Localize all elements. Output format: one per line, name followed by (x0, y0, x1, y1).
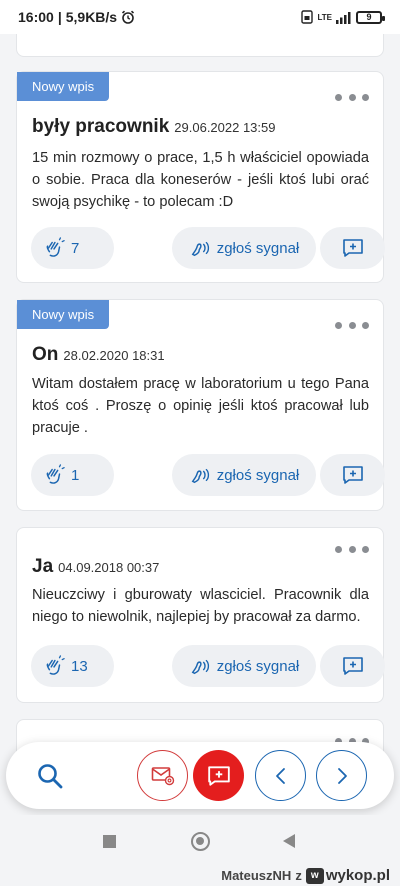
report-signal-button[interactable]: zgłoś sygnał (172, 645, 316, 687)
back-icon[interactable] (283, 834, 295, 848)
status-left: 16:00 | 5,9KB/s (18, 9, 135, 25)
post-header: były pracownik 29.06.2022 13:59 (32, 116, 276, 138)
more-options-icon[interactable] (335, 317, 369, 333)
post-body: Witam dostałem pracę w laboratorium u te… (32, 376, 369, 436)
opinion-feed[interactable]: Nowy wpis były pracownik 29.06.2022 13:5… (0, 34, 400, 834)
search-icon (37, 763, 62, 788)
chevron-right-icon (337, 767, 347, 784)
like-count: 7 (71, 239, 80, 257)
sim-icon (301, 10, 314, 24)
wykop-logo-icon: w (305, 867, 324, 884)
post-header: On 28.02.2020 18:31 (32, 344, 165, 366)
watermark: MateuszNH z w wykop.pl (221, 865, 390, 886)
post-card: Ja 04.09.2018 00:37 Nieuczciwy i gburowa… (16, 527, 385, 703)
post-date: 04.09.2018 00:37 (58, 560, 160, 575)
post-actions: 1 zgłoś sygnał (31, 454, 385, 496)
clap-hands-icon (46, 464, 65, 484)
clap-hands-icon (46, 237, 65, 257)
clap-hands-icon (46, 655, 65, 675)
recent-apps-icon[interactable] (103, 835, 116, 848)
like-count: 13 (71, 657, 88, 675)
message-button[interactable] (137, 750, 188, 801)
post-author: Ja (32, 556, 54, 577)
post-date: 29.06.2022 13:59 (174, 120, 276, 135)
reply-button[interactable] (320, 645, 385, 687)
report-signal-button[interactable]: zgłoś sygnał (172, 454, 316, 496)
like-button[interactable]: 7 (31, 227, 114, 269)
previous-post-card (16, 34, 384, 57)
add-comment-icon (207, 765, 230, 786)
signal-wave-icon (191, 241, 209, 257)
like-count: 1 (71, 466, 80, 484)
chevron-left-icon (275, 767, 285, 784)
post-card: Nowy wpis On 28.02.2020 18:31 Witam dost… (16, 299, 385, 511)
status-bar: 16:00 | 5,9KB/s LTE 9 (0, 0, 400, 34)
signal-wave-icon (191, 468, 209, 484)
wykop-logo: w wykop.pl (305, 867, 390, 884)
post-author: były pracownik (32, 116, 170, 137)
reply-button[interactable] (320, 227, 385, 269)
post-date: 28.02.2020 18:31 (63, 348, 165, 363)
status-separator: | (57, 9, 62, 25)
search-button[interactable] (24, 750, 75, 801)
home-icon[interactable] (191, 832, 210, 851)
report-signal-label: zgłoś sygnał (216, 466, 300, 484)
signal-strength-icon (336, 11, 351, 24)
bottom-action-bar (6, 742, 394, 809)
system-navigation-bar (0, 815, 400, 865)
status-time: 16:00 (18, 9, 54, 25)
status-right: LTE 9 (301, 10, 385, 24)
add-entry-button[interactable] (193, 750, 244, 801)
reply-button[interactable] (320, 454, 385, 496)
add-comment-icon (342, 466, 363, 484)
new-post-badge: Nowy wpis (17, 72, 110, 101)
post-author: On (32, 344, 59, 365)
post-body: Nieuczciwy i gburowaty wlasciciel. Praco… (32, 587, 369, 625)
status-speed: 5,9KB/s (65, 9, 118, 25)
post-header: Ja 04.09.2018 00:37 (32, 556, 159, 578)
new-post-badge: Nowy wpis (17, 300, 110, 329)
post-actions: 7 zgłoś sygnał (31, 227, 385, 269)
more-options-icon[interactable] (335, 89, 369, 105)
next-button[interactable] (316, 750, 367, 801)
battery-icon: 9 (356, 10, 385, 24)
network-type: LTE (317, 12, 332, 22)
add-comment-icon (342, 239, 363, 257)
battery-level: 9 (366, 11, 372, 22)
report-signal-button[interactable]: zgłoś sygnał (172, 227, 316, 269)
watermark-site: wykop.pl (325, 867, 390, 884)
mail-at-icon (151, 766, 174, 785)
report-signal-label: zgłoś sygnał (216, 657, 300, 675)
alarm-icon (122, 10, 135, 24)
more-options-icon[interactable] (335, 541, 369, 557)
watermark-user: MateuszNH (221, 868, 292, 883)
like-button[interactable]: 13 (31, 645, 114, 687)
report-signal-label: zgłoś sygnał (216, 239, 300, 257)
add-comment-icon (342, 657, 363, 675)
signal-wave-icon (191, 659, 209, 675)
watermark-connector: z (295, 868, 302, 883)
post-actions: 13 zgłoś sygnał (31, 645, 385, 687)
like-button[interactable]: 1 (31, 454, 114, 496)
previous-button[interactable] (255, 750, 306, 801)
post-card: Nowy wpis były pracownik 29.06.2022 13:5… (16, 71, 385, 283)
post-body: 15 min rozmowy o prace, 1,5 h właściciel… (32, 150, 369, 210)
